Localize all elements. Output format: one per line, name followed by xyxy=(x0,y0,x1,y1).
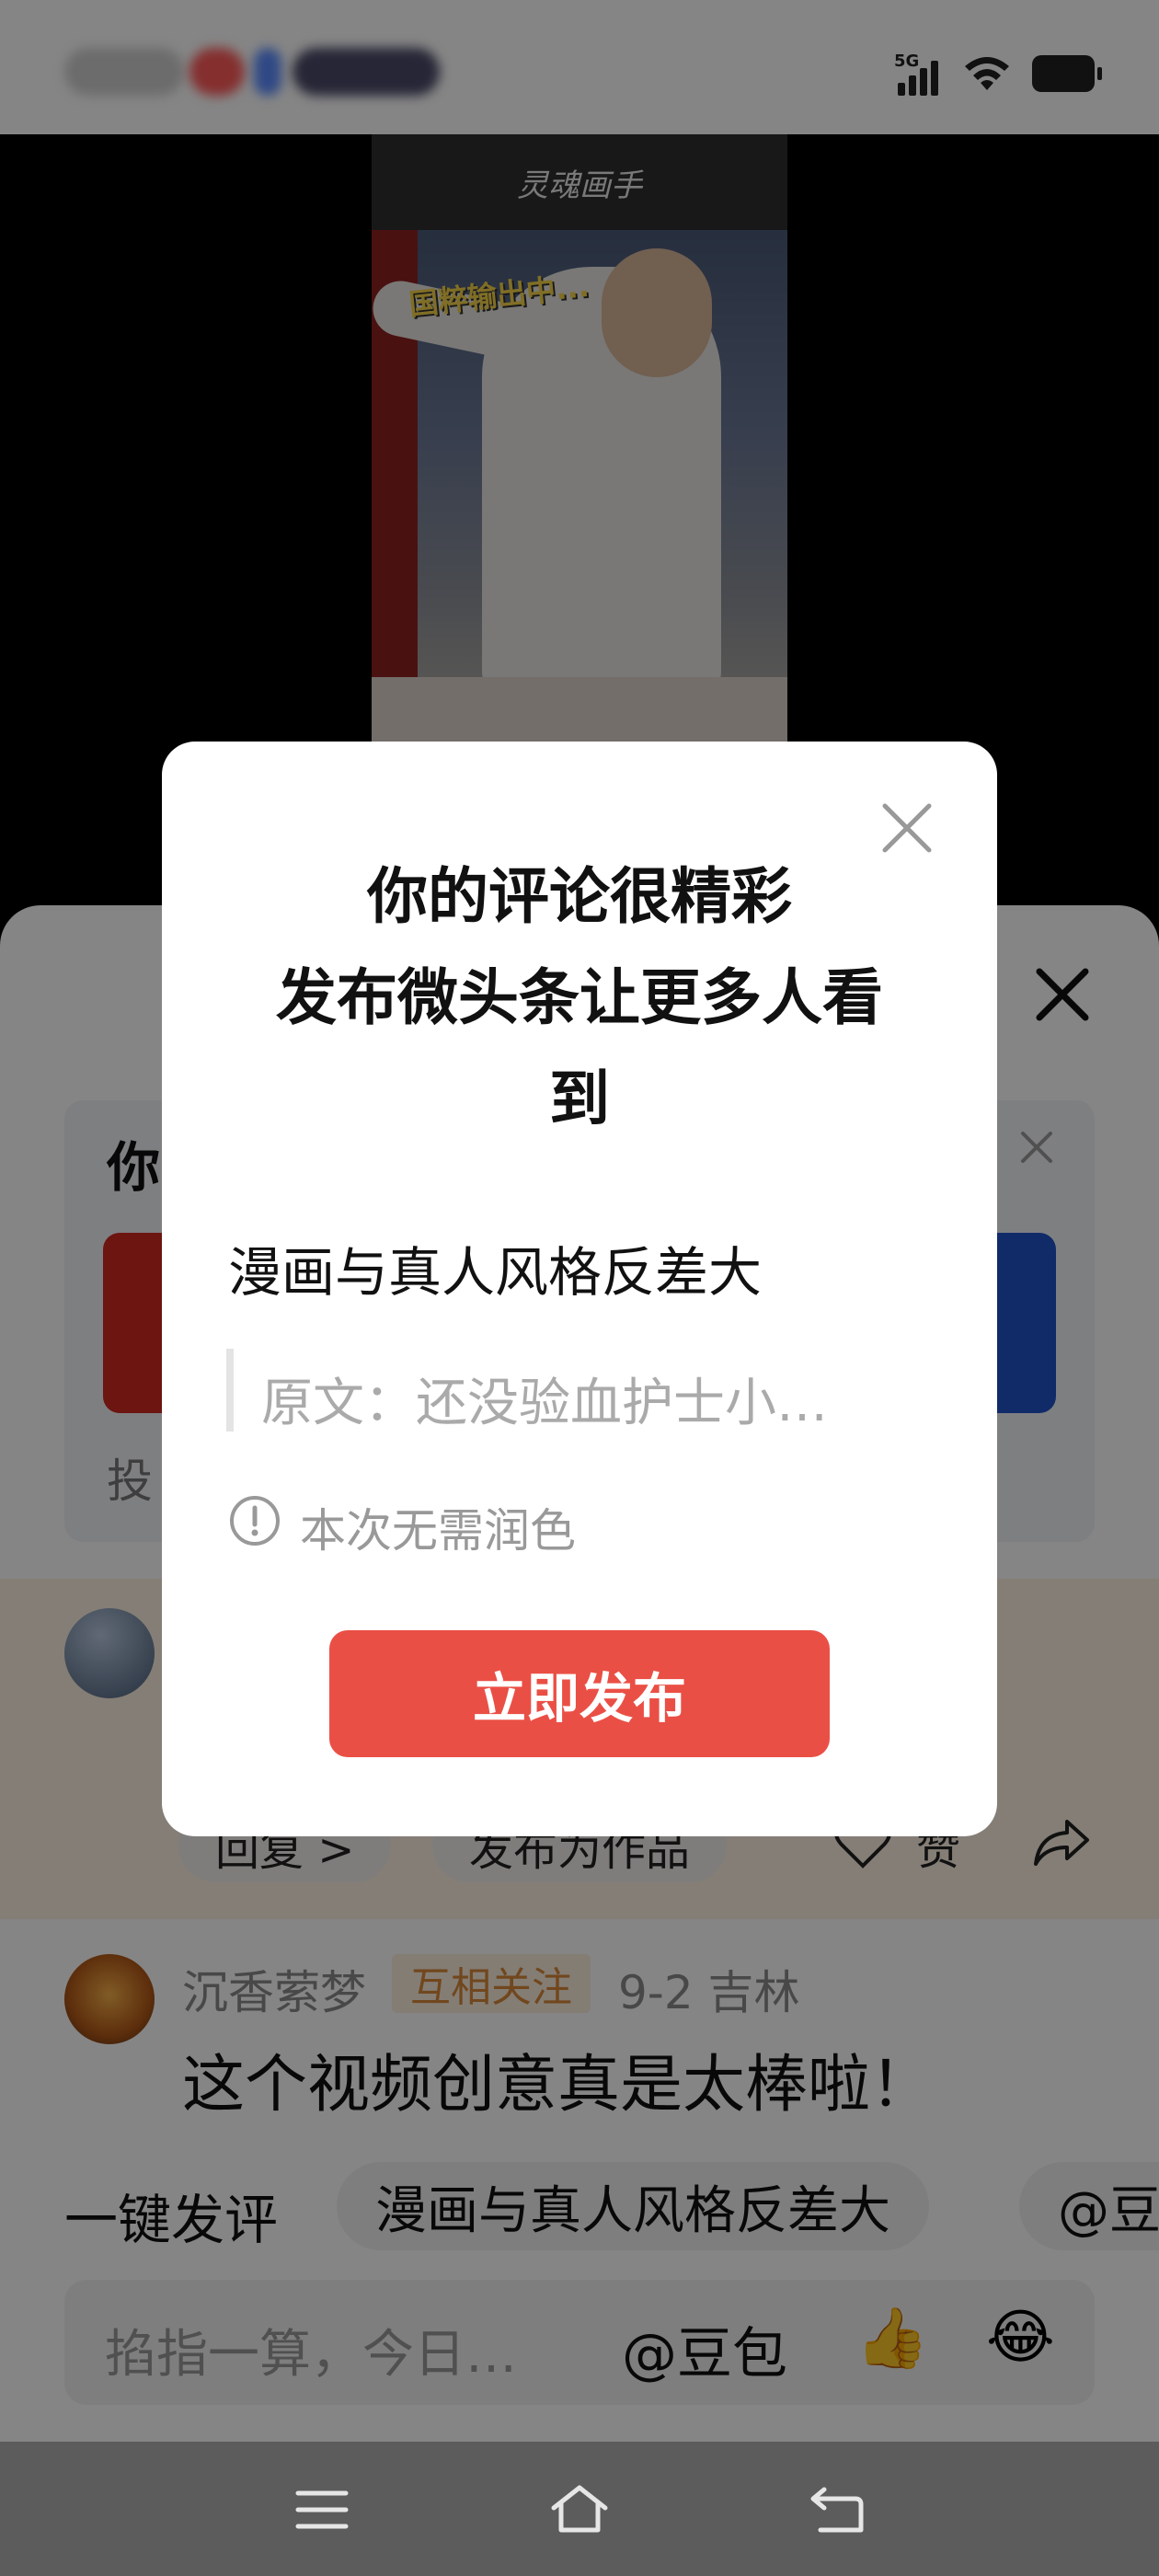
dialog-original-text: 原文：还没验血护士小… xyxy=(261,1374,828,1433)
back-icon[interactable] xyxy=(804,2477,870,2543)
dialog-title-line: 到 xyxy=(549,1064,610,1134)
publish-now-button[interactable]: 立即发布 xyxy=(329,1630,830,1757)
dialog-title-line: 发布微头条让更多人看 xyxy=(276,962,883,1033)
dialog-title: 你的评论很精彩 发布微头条让更多人看 到 xyxy=(202,846,957,1150)
quote-bar xyxy=(226,1349,234,1432)
menu-icon[interactable] xyxy=(289,2477,355,2543)
dialog-comment-text: 漫画与真人风格反差大 xyxy=(228,1241,763,1304)
home-icon[interactable] xyxy=(546,2477,613,2543)
dialog-title-line: 你的评论很精彩 xyxy=(367,861,792,932)
dialog-info-text: 本次无需润色 xyxy=(300,1504,576,1558)
screen: 5G 灵魂画手 国粹输出中... 你 投 回复 > 发布为作品 赞 沉香萦梦 互… xyxy=(0,0,1159,2576)
system-nav-bar xyxy=(0,2442,1159,2576)
info-icon xyxy=(230,1496,280,1546)
